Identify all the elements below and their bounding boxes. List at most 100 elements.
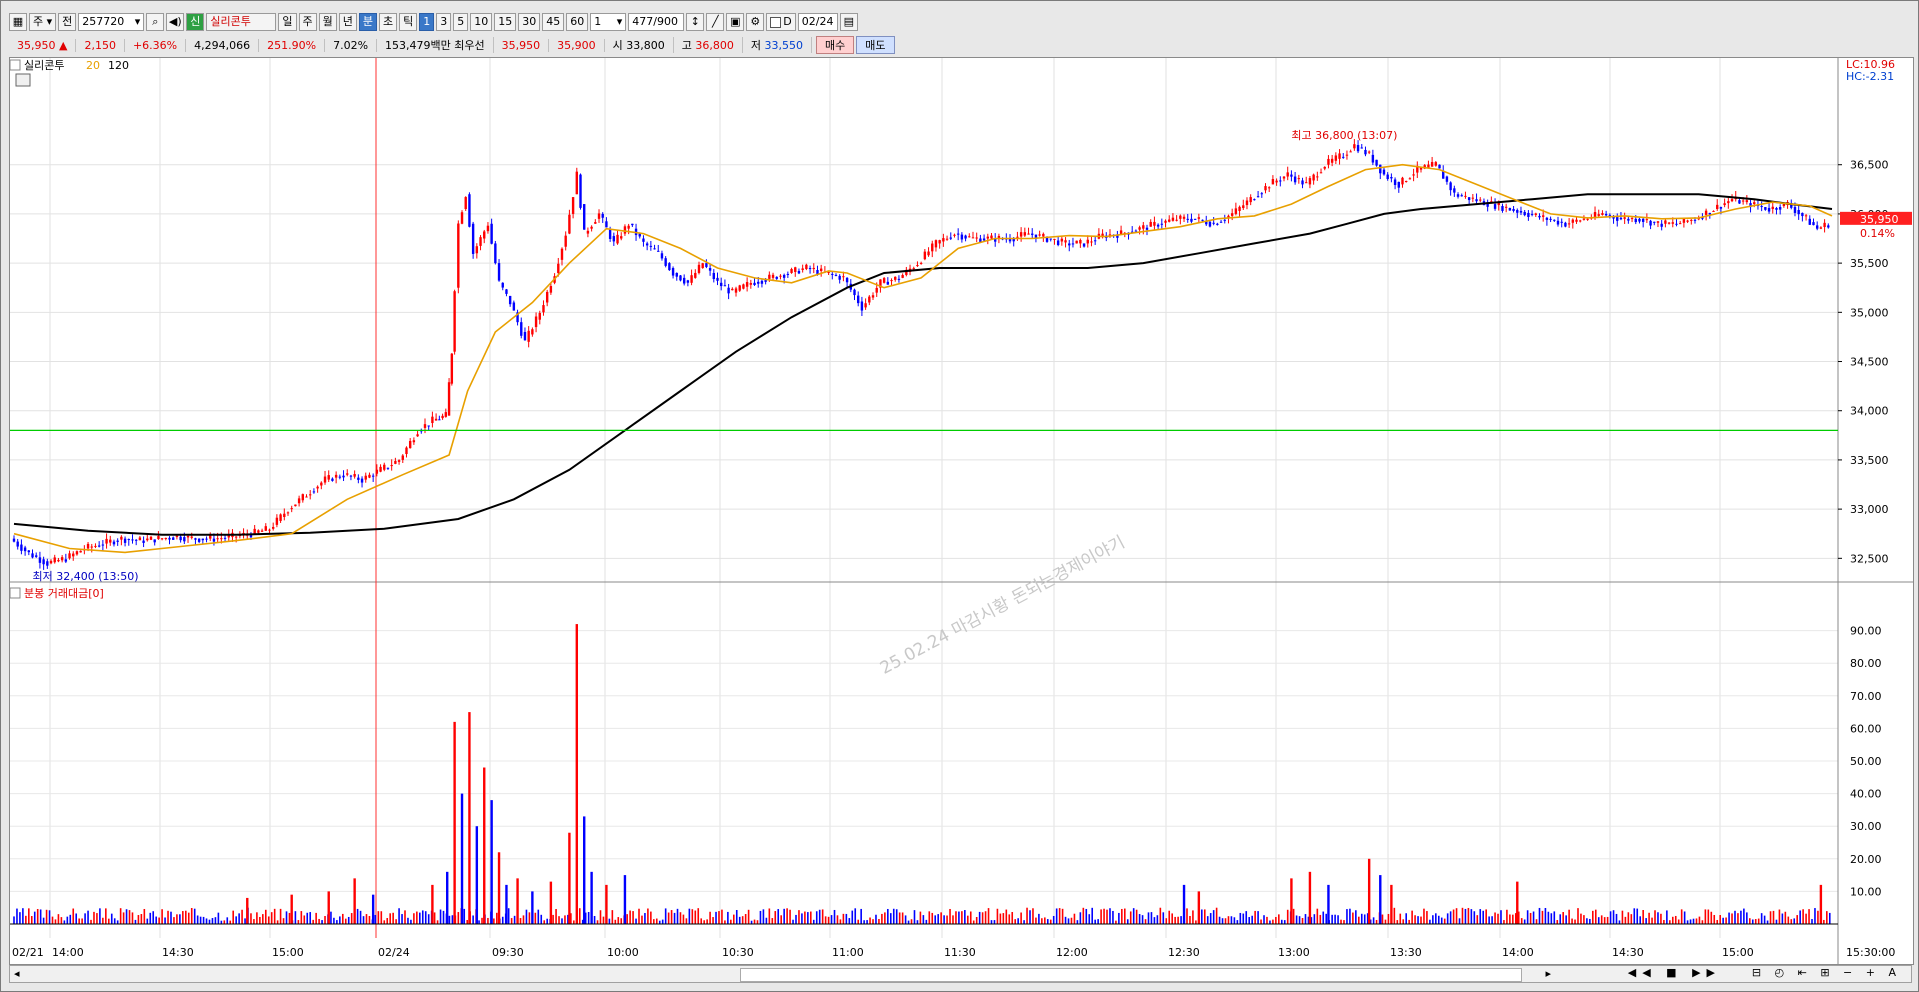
volume-bar (1583, 915, 1585, 924)
volume-bar (1346, 909, 1348, 924)
candle-body (457, 223, 460, 288)
volume-bar (30, 916, 33, 924)
candle-body (608, 228, 612, 239)
volume-bar (1337, 915, 1339, 924)
volume-bar (1115, 920, 1117, 924)
volume-bar (727, 911, 729, 924)
candle-body (1149, 221, 1152, 227)
candle-body (1319, 172, 1323, 174)
volume-bar (578, 908, 581, 924)
calendar-icon[interactable]: ▤ (839, 13, 858, 31)
volume-spike (475, 826, 479, 924)
interval-30[interactable]: 30 (518, 13, 541, 31)
scroll-left-icon[interactable]: ◂ (14, 967, 20, 980)
interval-5[interactable]: 5 (453, 13, 469, 31)
sell-button[interactable]: 매도 (856, 36, 895, 54)
market-select[interactable]: 주 ▾ (29, 13, 57, 31)
volume-bar (599, 910, 602, 924)
interval-1[interactable]: 1 (419, 13, 435, 31)
volume-bar (344, 918, 347, 924)
interval-60[interactable]: 60 (566, 13, 589, 31)
scrollbar[interactable]: ◂ ▸ ◀◀ ■ ▶▶ ⊟ ◴ ⇤ ⊞ − + A (9, 965, 1912, 983)
volume-bar (596, 920, 599, 924)
candle-body (1704, 210, 1708, 215)
period-second[interactable]: 초 (379, 13, 398, 31)
period-month[interactable]: 월 (318, 13, 337, 31)
candle-body (1738, 200, 1741, 204)
scroll-right-icon[interactable]: ▸ (1545, 967, 1551, 980)
period-year[interactable]: 년 (338, 13, 357, 31)
volume-bar (774, 911, 777, 924)
volume-bar (961, 911, 963, 924)
volume-bar (1049, 919, 1052, 924)
volume-spike (1390, 884, 1393, 924)
candle-body (949, 237, 952, 239)
save-icon[interactable]: ▣ (726, 13, 745, 31)
period-tick[interactable]: 틱 (399, 13, 418, 31)
volume-bar (276, 920, 279, 924)
candle-body (38, 557, 42, 563)
candle-body (1230, 213, 1234, 216)
buy-button[interactable]: 매수 (816, 36, 855, 54)
interval-3[interactable]: 3 (436, 13, 452, 31)
period-day[interactable]: 일 (278, 13, 297, 31)
multiplier-select[interactable]: 1 ▾ (590, 13, 627, 31)
interval-15[interactable]: 15 (494, 13, 517, 31)
candle-body (1667, 222, 1671, 224)
zoom-controls[interactable]: ⊟ ◴ ⇤ ⊞ − + A (1752, 966, 1901, 979)
period-week[interactable]: 주 (298, 13, 317, 31)
candle-body (716, 277, 719, 281)
candle-body (64, 559, 68, 562)
volume-bar (1621, 910, 1624, 924)
volume-bar (543, 920, 546, 924)
scale-icon[interactable]: ↕ (686, 13, 705, 31)
volume-bar (975, 917, 978, 924)
low-label: 저 (750, 39, 762, 52)
grid-toggle-icon[interactable] (15, 73, 31, 87)
stock-name[interactable]: 실리콘투 (206, 13, 277, 31)
search-icon[interactable]: ⌕ (146, 13, 165, 31)
gear-icon[interactable]: ⚙ (746, 13, 765, 31)
scroll-thumb[interactable] (740, 968, 1522, 982)
speaker-icon[interactable]: ◀) (166, 13, 185, 31)
volume-bar (1541, 910, 1544, 924)
volume-bar (703, 920, 705, 924)
volume-bar (1799, 910, 1801, 924)
playback-controls[interactable]: ◀◀ ■ ▶▶ (1628, 966, 1721, 979)
candle-body (794, 267, 797, 272)
candle-body (1056, 240, 1060, 246)
mode-select[interactable]: 전 (58, 13, 77, 31)
chart-area[interactable]: 25.02.24 마감시황 돈되는경제이야기 36,50036,00035,50… (9, 57, 1914, 965)
volume-bar (472, 915, 474, 924)
candle-body (327, 475, 330, 480)
volume-bar (1766, 920, 1769, 924)
stock-code-input[interactable]: 257720 ▾ (78, 13, 145, 31)
volume-bar (152, 911, 155, 924)
volume-bar (1793, 918, 1796, 924)
candle-body (919, 262, 923, 264)
volume-bar (741, 916, 744, 924)
volume-axis: 90.00 80.00 70.00 60.00 50.00 40.00 30.00 20.00… (1850, 625, 1882, 899)
volume-bar (676, 908, 679, 924)
volume-bar (25, 915, 27, 924)
line-tool-icon[interactable]: ╱ (706, 13, 725, 31)
candle-body (368, 474, 371, 478)
date-input[interactable]: 02/24 (797, 13, 838, 31)
count-input[interactable]: 477/900 (628, 13, 685, 31)
period-minute[interactable]: 분 (358, 13, 378, 31)
interval-10[interactable]: 10 (470, 13, 493, 31)
candle-body (112, 541, 116, 545)
volume-spike (490, 800, 493, 924)
volume-bar (1325, 913, 1328, 924)
volume-bar (28, 908, 30, 924)
volume-bar (333, 917, 335, 924)
volume-bar (122, 912, 125, 924)
candle-body (612, 236, 616, 242)
date-checkbox[interactable]: D (766, 13, 796, 31)
candle-body (1827, 225, 1830, 228)
interval-45[interactable]: 45 (542, 13, 565, 31)
volume-bar (1233, 917, 1236, 924)
menu-icon[interactable]: ▦ (9, 13, 27, 31)
volume-bar (1606, 916, 1609, 924)
volume-bar (1443, 918, 1446, 924)
